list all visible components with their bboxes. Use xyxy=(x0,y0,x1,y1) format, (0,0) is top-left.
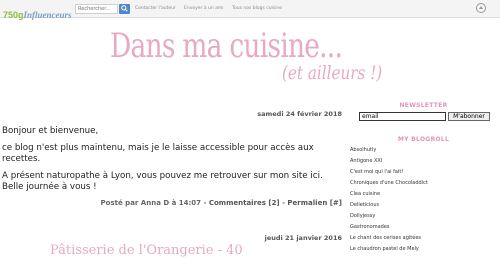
blogroll-item[interactable]: Chroniques d'une Chocoladdict xyxy=(350,178,428,189)
all-cooking-blogs-link[interactable]: Tous nos blogs cuisine xyxy=(232,6,282,11)
post-date: samedi 24 février 2018 xyxy=(257,110,342,118)
blog-title[interactable]: Dans ma cuisine... xyxy=(110,26,343,66)
top-bar: 750gInfluenceurs Contacter l'auteur Envo… xyxy=(0,0,500,20)
blogroll-item[interactable]: Delleticious xyxy=(350,200,428,211)
next-post-title[interactable]: Pâtisserie de l'Orangerie - 40 xyxy=(50,243,243,258)
newsletter-heading: NEWSLETTER xyxy=(399,102,448,109)
blogroll-heading: MY BLOGROLL xyxy=(397,136,450,143)
site-logo[interactable]: 750gInfluenceurs xyxy=(3,3,72,20)
permalink-link[interactable]: Permalien [#] xyxy=(287,199,342,207)
subscribe-button[interactable]: M'abonner xyxy=(448,112,490,121)
contact-author-link[interactable]: Contacter l'auteur xyxy=(135,6,176,11)
blogroll-item[interactable]: Gastronomades xyxy=(350,222,428,233)
blogroll-item[interactable]: Absolhutly xyxy=(350,145,428,156)
post-paragraph-2: ce blog n'est plus maintenu, mais je le … xyxy=(2,143,314,164)
next-post-date: jeudi 21 janvier 2016 xyxy=(264,234,342,242)
blogroll-item[interactable]: C'est moi qui l'ai fait! xyxy=(350,167,428,178)
search-input[interactable] xyxy=(75,4,118,14)
send-to-friend-link[interactable]: Envoyer à un ami xyxy=(184,6,224,11)
blogroll-item[interactable]: Clea cuisine xyxy=(350,189,428,200)
blogroll-list: Absolhutly Antigone XXI C'est moi qui l'… xyxy=(350,145,428,255)
post-paragraph-1: Bonjour et bienvenue, xyxy=(2,126,99,136)
post-footer: Posté par Anna D à 14:07 - Commentaires … xyxy=(0,199,342,207)
logo-brand: Influenceurs xyxy=(23,10,72,20)
newsletter-email-input[interactable] xyxy=(359,112,446,121)
blogroll-item[interactable]: Le chant des cerises agitées xyxy=(350,233,428,244)
blog-subtitle: (et ailleurs !) xyxy=(282,62,383,84)
blogroll-item[interactable]: Antigone XXI xyxy=(350,156,428,167)
search-icon xyxy=(121,5,128,12)
comments-link[interactable]: Commentaires [2] xyxy=(209,199,280,207)
scroll-up-icon[interactable] xyxy=(476,3,486,13)
search-button[interactable] xyxy=(119,4,130,14)
post-byline: Posté par Anna D à 14:07 - xyxy=(100,199,209,207)
blogroll-item[interactable]: Dollyjessy xyxy=(350,211,428,222)
post-paragraph-3: A présent naturopathe à Lyon, vous pouve… xyxy=(2,171,323,192)
logo-number: 750g xyxy=(3,10,24,20)
